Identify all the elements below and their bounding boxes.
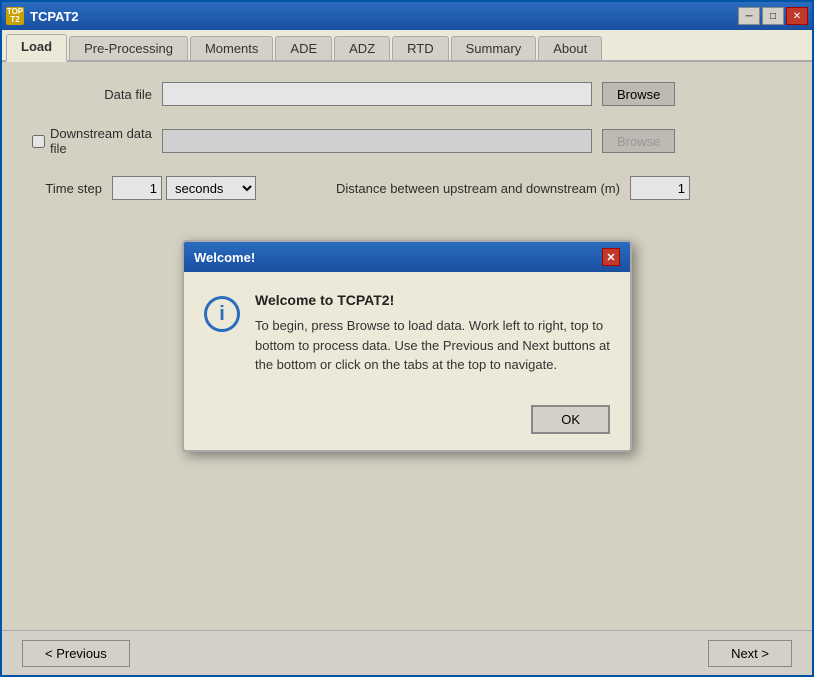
window-title: TCPAT2	[30, 9, 738, 24]
dialog-content: Welcome to TCPAT2! To begin, press Brows…	[255, 292, 610, 375]
main-content: Data file Browse Downstream data file Br…	[2, 62, 812, 630]
dialog-message: To begin, press Browse to load data. Wor…	[255, 316, 610, 375]
tab-bar: Load Pre-Processing Moments ADE ADZ RTD …	[2, 30, 812, 62]
window-controls: ─ □ ✕	[738, 7, 808, 25]
previous-button[interactable]: < Previous	[22, 640, 130, 667]
tab-rtd[interactable]: RTD	[392, 36, 448, 60]
tab-ade[interactable]: ADE	[275, 36, 332, 60]
tab-load[interactable]: Load	[6, 34, 67, 62]
tab-moments[interactable]: Moments	[190, 36, 273, 60]
app-icon: TOPT2	[6, 7, 24, 25]
maximize-button[interactable]: □	[762, 7, 784, 25]
modal-overlay: Welcome! ✕ i Welcome to TCPAT2! To begin…	[2, 62, 812, 630]
minimize-button[interactable]: ─	[738, 7, 760, 25]
tab-adz[interactable]: ADZ	[334, 36, 390, 60]
title-bar: TOPT2 TCPAT2 ─ □ ✕	[2, 2, 812, 30]
tab-preprocessing[interactable]: Pre-Processing	[69, 36, 188, 60]
dialog-heading: Welcome to TCPAT2!	[255, 292, 610, 308]
info-icon: i	[204, 296, 240, 332]
dialog-footer: OK	[184, 395, 630, 450]
dialog-title: Welcome!	[194, 250, 255, 265]
tab-summary[interactable]: Summary	[451, 36, 537, 60]
next-button[interactable]: Next >	[708, 640, 792, 667]
welcome-dialog: Welcome! ✕ i Welcome to TCPAT2! To begin…	[182, 240, 632, 452]
main-window: TOPT2 TCPAT2 ─ □ ✕ Load Pre-Processing M…	[0, 0, 814, 677]
bottom-bar: < Previous Next >	[2, 630, 812, 675]
close-button[interactable]: ✕	[786, 7, 808, 25]
ok-button[interactable]: OK	[531, 405, 610, 434]
dialog-title-bar: Welcome! ✕	[184, 242, 630, 272]
dialog-body: i Welcome to TCPAT2! To begin, press Bro…	[184, 272, 630, 395]
tab-about[interactable]: About	[538, 36, 602, 60]
dialog-close-button[interactable]: ✕	[602, 248, 620, 266]
